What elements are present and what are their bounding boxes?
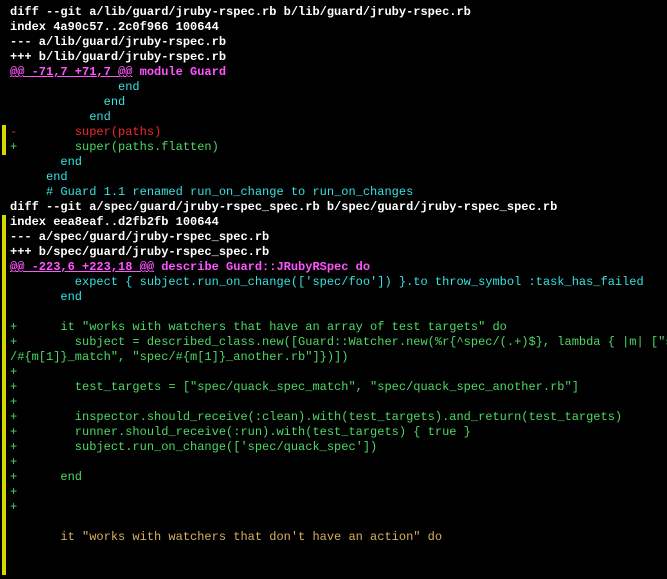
code-segment: super(paths.flatten) — [17, 140, 219, 154]
code-line — [10, 305, 667, 320]
diff-editor: diff --git a/lib/guard/jruby-rspec.rb b/… — [0, 0, 667, 579]
code-line: + — [10, 395, 667, 410]
code-line: end — [10, 95, 667, 110]
code-segment: end — [10, 80, 140, 94]
code-segment: it "works with watchers that don't have … — [10, 530, 442, 544]
code-segment: + — [10, 395, 17, 409]
code-line: end — [10, 170, 667, 185]
code-segment: end — [10, 95, 125, 109]
code-segment: + — [10, 455, 17, 469]
code-line: diff --git a/lib/guard/jruby-rspec.rb b/… — [10, 5, 667, 20]
code-segment: + end — [10, 470, 82, 484]
code-segment: @@ -71,7 +71,7 @@ — [10, 65, 132, 79]
code-segment: +++ b/lib/guard/jruby-rspec.rb — [10, 50, 226, 64]
code-line: - super(paths) — [10, 125, 667, 140]
code-line: end — [10, 80, 667, 95]
code-segment: +++ b/spec/guard/jruby-rspec_spec.rb — [10, 245, 269, 259]
gutter-change-mark — [2, 215, 6, 575]
code-segment: diff --git a/spec/guard/jruby-rspec_spec… — [10, 200, 557, 214]
code-segment: + test_targets = ["spec/quack_spec_match… — [10, 380, 579, 394]
code-segment: describe Guard::JRubyRSpec do — [154, 260, 370, 274]
gutter-change-mark — [2, 125, 6, 155]
code-line: + inspector.should_receive(:clean).with(… — [10, 410, 667, 425]
code-segment: + runner.should_receive(:run).with(test_… — [10, 425, 471, 439]
code-line: + subject.run_on_change(['spec/quack_spe… — [10, 440, 667, 455]
code-segment: end — [10, 110, 111, 124]
code-segment: end — [10, 290, 82, 304]
code-segment: + — [10, 365, 17, 379]
code-line: + subject = described_class.new([Guard::… — [10, 335, 667, 350]
code-line: # Guard 1.1 renamed run_on_change to run… — [10, 185, 667, 200]
code-line: it "works with watchers that don't have … — [10, 530, 667, 545]
code-segment: end — [10, 170, 68, 184]
code-segment: /#{m[1]}_match", "spec/#{m[1]}_another.r… — [10, 350, 348, 364]
code-line: +++ b/spec/guard/jruby-rspec_spec.rb — [10, 245, 667, 260]
code-segment: + subject.run_on_change(['spec/quack_spe… — [10, 440, 377, 454]
code-line — [10, 515, 667, 530]
code-line: --- a/spec/guard/jruby-rspec_spec.rb — [10, 230, 667, 245]
code-line: +++ b/lib/guard/jruby-rspec.rb — [10, 50, 667, 65]
code-line: + super(paths.flatten) — [10, 140, 667, 155]
code-line: + — [10, 485, 667, 500]
code-line: + end — [10, 470, 667, 485]
code-line: @@ -223,6 +223,18 @@ describe Guard::JRu… — [10, 260, 667, 275]
code-segment: index eea8eaf..d2fb2fb 100644 — [10, 215, 219, 229]
code-line: --- a/lib/guard/jruby-rspec.rb — [10, 35, 667, 50]
code-line: + — [10, 455, 667, 470]
code-line: + — [10, 500, 667, 515]
code-segment: diff --git a/lib/guard/jruby-rspec.rb b/… — [10, 5, 471, 19]
code-segment: module Guard — [132, 65, 226, 79]
code-line: /#{m[1]}_match", "spec/#{m[1]}_another.r… — [10, 350, 667, 365]
code-segment: --- a/spec/guard/jruby-rspec_spec.rb — [10, 230, 269, 244]
code-segment: @@ -223,6 +223,18 @@ — [10, 260, 154, 274]
code-line: index 4a90c57..2c0f966 100644 — [10, 20, 667, 35]
code-segment: # Guard 1.1 renamed run_on_change to run… — [10, 185, 413, 199]
code-line: end — [10, 155, 667, 170]
code-segment: expect { subject.run_on_change(['spec/fo… — [10, 275, 644, 289]
code-line: expect { subject.run_on_change(['spec/fo… — [10, 275, 667, 290]
code-line: end — [10, 290, 667, 305]
code-segment: + inspector.should_receive(:clean).with(… — [10, 410, 622, 424]
code-line: @@ -71,7 +71,7 @@ module Guard — [10, 65, 667, 80]
code-segment — [10, 515, 60, 529]
code-line: + runner.should_receive(:run).with(test_… — [10, 425, 667, 440]
code-line: diff --git a/spec/guard/jruby-rspec_spec… — [10, 200, 667, 215]
change-gutter — [0, 0, 8, 579]
code-line: + it "works with watchers that have an a… — [10, 320, 667, 335]
code-segment: + subject = described_class.new([Guard::… — [10, 335, 667, 349]
code-line: + — [10, 365, 667, 380]
code-segment: index 4a90c57..2c0f966 100644 — [10, 20, 219, 34]
code-segment: super(paths) — [17, 125, 161, 139]
code-segment: + — [10, 485, 17, 499]
code-segment: end — [10, 155, 82, 169]
code-line: index eea8eaf..d2fb2fb 100644 — [10, 215, 667, 230]
code-line: + test_targets = ["spec/quack_spec_match… — [10, 380, 667, 395]
code-segment: + — [10, 500, 17, 514]
code-segment: --- a/lib/guard/jruby-rspec.rb — [10, 35, 226, 49]
code-area[interactable]: diff --git a/lib/guard/jruby-rspec.rb b/… — [10, 5, 667, 545]
code-line: end — [10, 110, 667, 125]
code-segment: + it "works with watchers that have an a… — [10, 320, 507, 334]
